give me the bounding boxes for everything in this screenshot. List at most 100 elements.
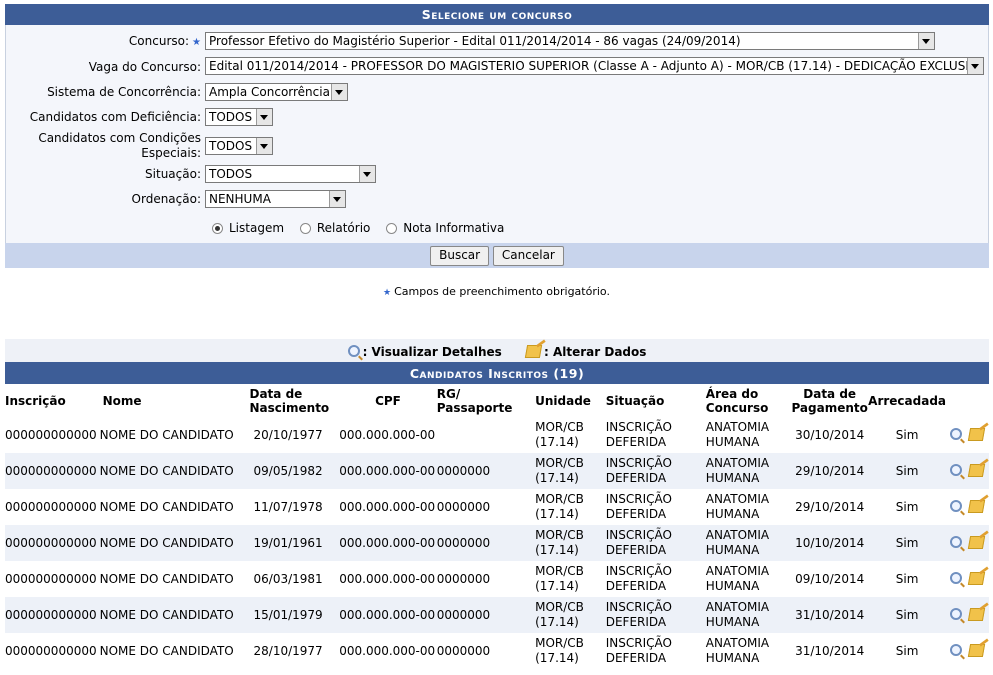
- results-title: Candidatos Inscritos (19): [5, 362, 989, 384]
- magnifier-icon[interactable]: [950, 607, 963, 620]
- cell-unidade: MOR/CB (17.14): [535, 597, 606, 633]
- radio-relatorio[interactable]: Relatório: [299, 221, 370, 235]
- cell-pagamento: 31/10/2014: [791, 633, 869, 669]
- cell-area: ANATOMIA HUMANA: [705, 561, 792, 597]
- action-legend: : Visualizar Detalhes : Alterar Dados: [5, 339, 989, 362]
- col-area: Área do Concurso: [705, 386, 769, 415]
- concurso-value: Professor Efetivo do Magistério Superior…: [209, 34, 741, 48]
- condicoes-select[interactable]: TODOS: [205, 137, 273, 155]
- cell-arrecadada: Sim: [868, 453, 947, 489]
- chevron-down-icon[interactable]: [256, 109, 272, 125]
- cell-actions: [946, 561, 989, 597]
- edit-icon[interactable]: [967, 607, 986, 621]
- cell-arrecadada: Sim: [868, 597, 947, 633]
- cell-area: ANATOMIA HUMANA: [705, 597, 792, 633]
- sistema-select[interactable]: Ampla Concorrência: [205, 83, 348, 101]
- table-row: 000000000000 NOME DO CANDIDATO 20/10/1977 0…: [5, 417, 989, 453]
- col-pagamento: Data de Pagamento: [791, 386, 868, 415]
- deficiencia-value: TODOS: [209, 110, 253, 124]
- radio-checked-icon[interactable]: [212, 223, 223, 234]
- cell-pagamento: 10/10/2014: [791, 525, 869, 561]
- chevron-down-icon[interactable]: [329, 191, 345, 207]
- cell-arrecadada: Sim: [868, 525, 947, 561]
- magnifier-icon[interactable]: [950, 499, 963, 512]
- vaga-select[interactable]: Edital 011/2014/2014 - PROFESSOR DO MAGI…: [205, 57, 984, 75]
- cell-rg: 0000000: [436, 561, 536, 597]
- magnifier-icon[interactable]: [950, 571, 963, 584]
- cell-nome: NOME DO CANDIDATO: [96, 525, 250, 561]
- cell-rg: 0000000: [436, 453, 536, 489]
- cell-actions: [946, 453, 989, 489]
- cell-unidade: MOR/CB (17.14): [535, 525, 606, 561]
- edit-icon[interactable]: [967, 463, 986, 477]
- vaga-label: Vaga do Concurso:: [88, 60, 201, 74]
- magnifier-icon[interactable]: [950, 535, 963, 548]
- cell-rg: [436, 417, 536, 453]
- legend-alterar: : Alterar Dados: [544, 345, 647, 359]
- cell-cpf: 000.000.000-00: [339, 561, 437, 597]
- results-table: Inscrição Nome Data de Nascimento CPF RG/…: [5, 384, 989, 669]
- buscar-button[interactable]: Buscar: [430, 246, 490, 266]
- cell-actions: [946, 417, 989, 453]
- cell-nascimento: 09/05/1982: [249, 453, 340, 489]
- cell-unidade: MOR/CB (17.14): [535, 561, 606, 597]
- chevron-down-icon[interactable]: [967, 58, 983, 74]
- edit-icon[interactable]: [967, 535, 986, 549]
- edit-icon[interactable]: [967, 427, 986, 441]
- concurso-select[interactable]: Professor Efetivo do Magistério Superior…: [205, 32, 935, 50]
- cell-unidade: MOR/CB (17.14): [535, 489, 606, 525]
- cell-unidade: MOR/CB (17.14): [535, 417, 606, 453]
- situacao-select[interactable]: TODOS: [205, 165, 376, 183]
- cell-nascimento: 28/10/1977: [249, 633, 340, 669]
- edit-icon[interactable]: [967, 499, 986, 513]
- cell-situacao: INSCRIÇÃO DEFERIDA: [605, 417, 706, 453]
- chevron-down-icon[interactable]: [256, 138, 272, 154]
- chevron-down-icon[interactable]: [918, 33, 934, 49]
- condicoes-label: Candidatos com Condições Especiais:: [38, 131, 201, 160]
- sistema-value: Ampla Concorrência: [209, 85, 330, 99]
- cell-arrecadada: Sim: [868, 633, 947, 669]
- edit-icon: [524, 345, 543, 358]
- cell-nome: NOME DO CANDIDATO: [96, 633, 250, 669]
- cell-rg: 0000000: [436, 633, 536, 669]
- magnifier-icon[interactable]: [950, 427, 963, 440]
- radio-listagem[interactable]: Listagem: [212, 221, 284, 235]
- cell-nascimento: 20/10/1977: [249, 417, 340, 453]
- chevron-down-icon[interactable]: [359, 166, 375, 182]
- radio-unchecked-icon[interactable]: [386, 223, 398, 234]
- cell-inscricao: 000000000000: [5, 453, 97, 489]
- cell-arrecadada: Sim: [868, 417, 947, 453]
- cell-pagamento: 30/10/2014: [791, 417, 869, 453]
- magnifier-icon[interactable]: [950, 643, 963, 656]
- cell-nascimento: 19/01/1961: [249, 525, 340, 561]
- cell-nome: NOME DO CANDIDATO: [96, 561, 250, 597]
- required-star-icon: ★: [192, 37, 201, 48]
- cell-area: ANATOMIA HUMANA: [705, 633, 792, 669]
- chevron-down-icon[interactable]: [331, 84, 347, 100]
- cancelar-button[interactable]: Cancelar: [492, 246, 564, 266]
- sistema-label: Sistema de Concorrência:: [47, 85, 201, 99]
- cell-actions: [946, 633, 989, 669]
- table-row: 000000000000 NOME DO CANDIDATO 15/01/1979 0…: [5, 597, 989, 633]
- cell-nome: NOME DO CANDIDATO: [96, 597, 250, 633]
- radio-unchecked-icon[interactable]: [299, 223, 311, 234]
- condicoes-value: TODOS: [209, 139, 253, 153]
- required-note: ★ Campos de preenchimento obrigatório.: [383, 285, 610, 298]
- magnifier-icon[interactable]: [950, 463, 963, 476]
- col-actions: [946, 384, 989, 417]
- col-unidade: Unidade: [535, 393, 591, 408]
- edit-icon[interactable]: [967, 571, 986, 585]
- radio-nota-informativa[interactable]: Nota Informativa: [386, 221, 504, 235]
- deficiencia-select[interactable]: TODOS: [205, 108, 273, 126]
- cell-nascimento: 06/03/1981: [249, 561, 340, 597]
- cell-area: ANATOMIA HUMANA: [705, 417, 792, 453]
- cell-actions: [946, 525, 989, 561]
- cell-nascimento: 11/07/1978: [249, 489, 340, 525]
- ordenacao-select[interactable]: NENHUMA: [205, 190, 346, 208]
- ordenacao-label: Ordenação:: [131, 192, 201, 206]
- page: Selecione um concurso Concurso: ★ Profess…: [0, 0, 993, 675]
- edit-icon[interactable]: [967, 643, 986, 657]
- cell-arrecadada: Sim: [868, 561, 947, 597]
- cell-pagamento: 09/10/2014: [791, 561, 869, 597]
- col-situacao: Situação: [605, 393, 665, 408]
